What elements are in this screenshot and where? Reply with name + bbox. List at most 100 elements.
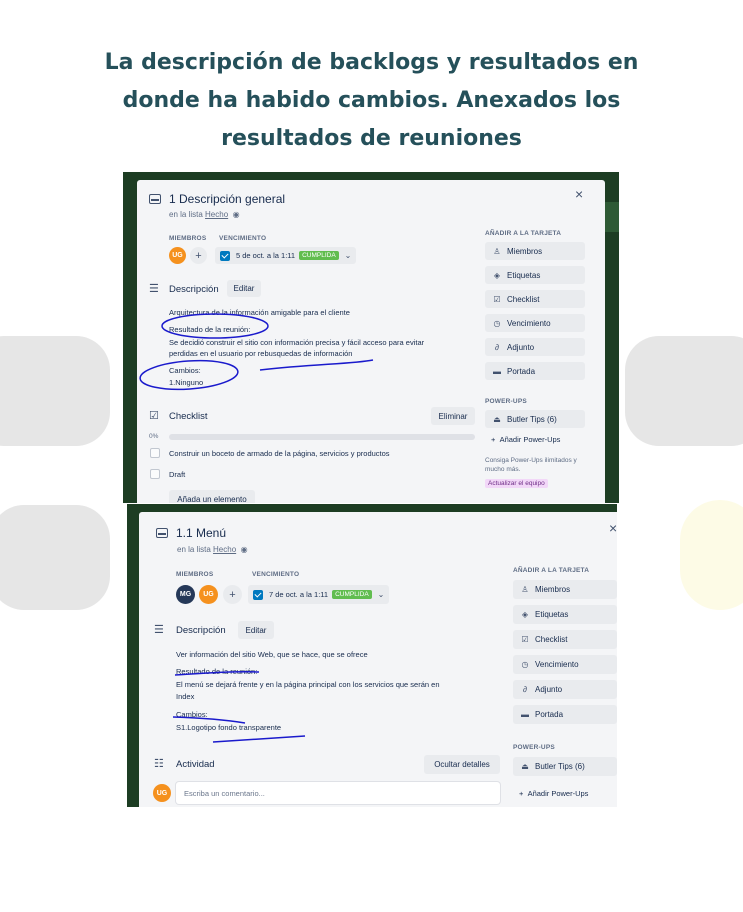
card-dialog-2: 1.1 Menú × en la lista Hecho ◉ MIEMBROS …	[139, 512, 617, 807]
clock-icon: ◷	[493, 318, 501, 328]
description-line: perdidas en el usuario por rebusquedas d…	[169, 349, 353, 358]
description-line: El menú se dejará frente y en la página …	[176, 680, 440, 689]
person-icon: ♙	[493, 246, 501, 256]
sidebar-button-cover[interactable]: ▬ Portada	[513, 705, 617, 724]
due-checkbox[interactable]	[220, 250, 230, 261]
butler-tips-button[interactable]: ⏏ Butler Tips (6)	[485, 410, 585, 428]
list-info: en la lista Hecho ◉	[177, 545, 248, 554]
due-date-button[interactable]: 7 de oct. a la 1:11 CUMPLIDA ⌄	[248, 585, 390, 604]
status-badge: CUMPLIDA	[332, 590, 372, 599]
sidebar-button-due[interactable]: ◷ Vencimiento	[485, 314, 585, 332]
sidebar-button-checklist[interactable]: ☑ Checklist	[513, 630, 617, 649]
description-line: Resultado de la reunión:	[169, 325, 251, 334]
sidebar-button-labels[interactable]: ◈ Etiquetas	[485, 266, 585, 284]
edit-button[interactable]: Editar	[227, 280, 261, 297]
powerup-note: Consiga Power-Ups ilimitados y mucho más…	[485, 457, 577, 473]
members-label: MIEMBROS	[176, 571, 214, 578]
checklist-item-checkbox[interactable]	[150, 448, 160, 458]
sidebar-button-members[interactable]: ♙ Miembros	[485, 242, 585, 260]
checklist-icon: ☑	[521, 635, 529, 644]
sidebar-heading: AÑADIR A LA TARJETA	[513, 567, 590, 574]
description-line: Index	[176, 692, 195, 701]
description-icon: ☰	[154, 624, 164, 636]
description-icon: ☰	[149, 283, 159, 295]
description-label: Descripción	[169, 284, 219, 295]
add-item-button[interactable]: Añada un elemento	[169, 490, 255, 503]
add-powerups-link[interactable]: + Añadir Power-Ups	[491, 434, 560, 445]
eye-icon: ◉	[238, 545, 248, 554]
checklist-progress-bar	[169, 434, 475, 440]
avatar[interactable]: UG	[169, 247, 186, 264]
due-label: VENCIMIENTO	[252, 571, 300, 578]
tag-icon: ◈	[493, 270, 501, 280]
plus-icon: +	[519, 789, 528, 798]
progress-percent: 0%	[149, 433, 159, 440]
activity-label: Actividad	[176, 759, 215, 770]
card-title[interactable]: 1 Descripción general	[169, 192, 285, 206]
checklist-item[interactable]: Draft	[169, 469, 185, 480]
sidebar-button-attachment[interactable]: ∂ Adjunto	[485, 338, 585, 356]
due-date-text: 5 de oct. a la 1:11	[236, 251, 296, 260]
due-date-button[interactable]: 5 de oct. a la 1:11 CUMPLIDA ⌄	[215, 247, 357, 264]
cover-icon: ▬	[493, 366, 501, 376]
description-line: Cambios:	[169, 366, 201, 375]
sidebar-button-cover[interactable]: ▬ Portada	[485, 362, 585, 380]
avatar[interactable]: UG	[199, 585, 218, 604]
add-member-button[interactable]: +	[223, 585, 242, 604]
card-title[interactable]: 1.1 Menú	[176, 526, 226, 540]
description-line: 1.Ninguno	[169, 378, 204, 387]
tag-icon: ◈	[521, 610, 529, 619]
card-screenshot-1: 1 Descripción general × en la lista Hech…	[123, 172, 619, 503]
paperclip-icon: ∂	[495, 342, 499, 352]
plus-icon: +	[491, 435, 500, 444]
list-link[interactable]: Hecho	[205, 210, 228, 219]
add-member-button[interactable]: +	[190, 247, 207, 264]
checklist-item[interactable]: Construir un boceto de armado de la pági…	[169, 448, 390, 459]
description-line: S1.Logotipo fondo transparente	[176, 723, 282, 732]
add-powerups-link[interactable]: + Añadir Power-Ups	[519, 788, 588, 799]
checklist-label: Checklist	[169, 411, 208, 422]
description-line: Se decidió construir el sitio con inform…	[169, 338, 425, 347]
status-badge: CUMPLIDA	[299, 251, 339, 260]
butler-tips-button[interactable]: ⏏ Butler Tips (6)	[513, 757, 617, 776]
card-screenshot-2: 1.1 Menú × en la lista Hecho ◉ MIEMBROS …	[127, 504, 617, 807]
upgrade-team-button[interactable]: Actualizar el equipo	[485, 479, 548, 488]
eye-icon: ◉	[230, 210, 240, 219]
person-icon: ♙	[521, 585, 529, 594]
sidebar-button-members[interactable]: ♙ Miembros	[513, 580, 617, 599]
description-line: Ver información del sitio Web, que se ha…	[176, 650, 368, 659]
butler-icon: ⏏	[493, 414, 501, 424]
members-label: MIEMBROS	[169, 235, 207, 242]
checklist-icon: ☑	[149, 410, 159, 422]
sidebar-button-checklist[interactable]: ☑ Checklist	[485, 290, 585, 308]
close-icon[interactable]: ×	[575, 186, 583, 202]
due-checkbox[interactable]	[253, 589, 263, 600]
delete-checklist-button[interactable]: Eliminar	[431, 407, 475, 425]
description-label: Descripción	[176, 625, 226, 636]
powerups-heading: POWER-UPS	[485, 398, 527, 405]
close-icon[interactable]: ×	[609, 520, 617, 536]
list-link[interactable]: Hecho	[213, 545, 236, 554]
checklist-item-checkbox[interactable]	[150, 469, 160, 479]
sidebar-button-attachment[interactable]: ∂ Adjunto	[513, 680, 617, 699]
commenter-avatar: UG	[153, 784, 171, 802]
butler-icon: ⏏	[521, 762, 529, 771]
sidebar-button-labels[interactable]: ◈ Etiquetas	[513, 605, 617, 624]
description-line: Cambios:	[176, 710, 208, 719]
sidebar-heading: AÑADIR A LA TARJETA	[485, 230, 562, 237]
chevron-down-icon: ⌄	[377, 590, 385, 599]
checklist-icon: ☑	[493, 294, 501, 304]
sidebar-button-due[interactable]: ◷ Vencimiento	[513, 655, 617, 674]
avatar[interactable]: MG	[176, 585, 195, 604]
hide-details-button[interactable]: Ocultar detalles	[424, 755, 500, 774]
due-date-text: 7 de oct. a la 1:11	[269, 590, 329, 599]
card-dialog-1: 1 Descripción general × en la lista Hech…	[137, 180, 605, 503]
card-icon	[156, 528, 168, 538]
edit-button[interactable]: Editar	[238, 621, 274, 639]
list-info: en la lista Hecho ◉	[169, 210, 240, 219]
chevron-down-icon: ⌄	[344, 251, 352, 260]
cover-icon: ▬	[521, 710, 529, 719]
activity-icon: ☷	[154, 758, 164, 770]
card-icon	[149, 194, 161, 204]
comment-input[interactable]: Escriba un comentario...	[176, 782, 500, 804]
